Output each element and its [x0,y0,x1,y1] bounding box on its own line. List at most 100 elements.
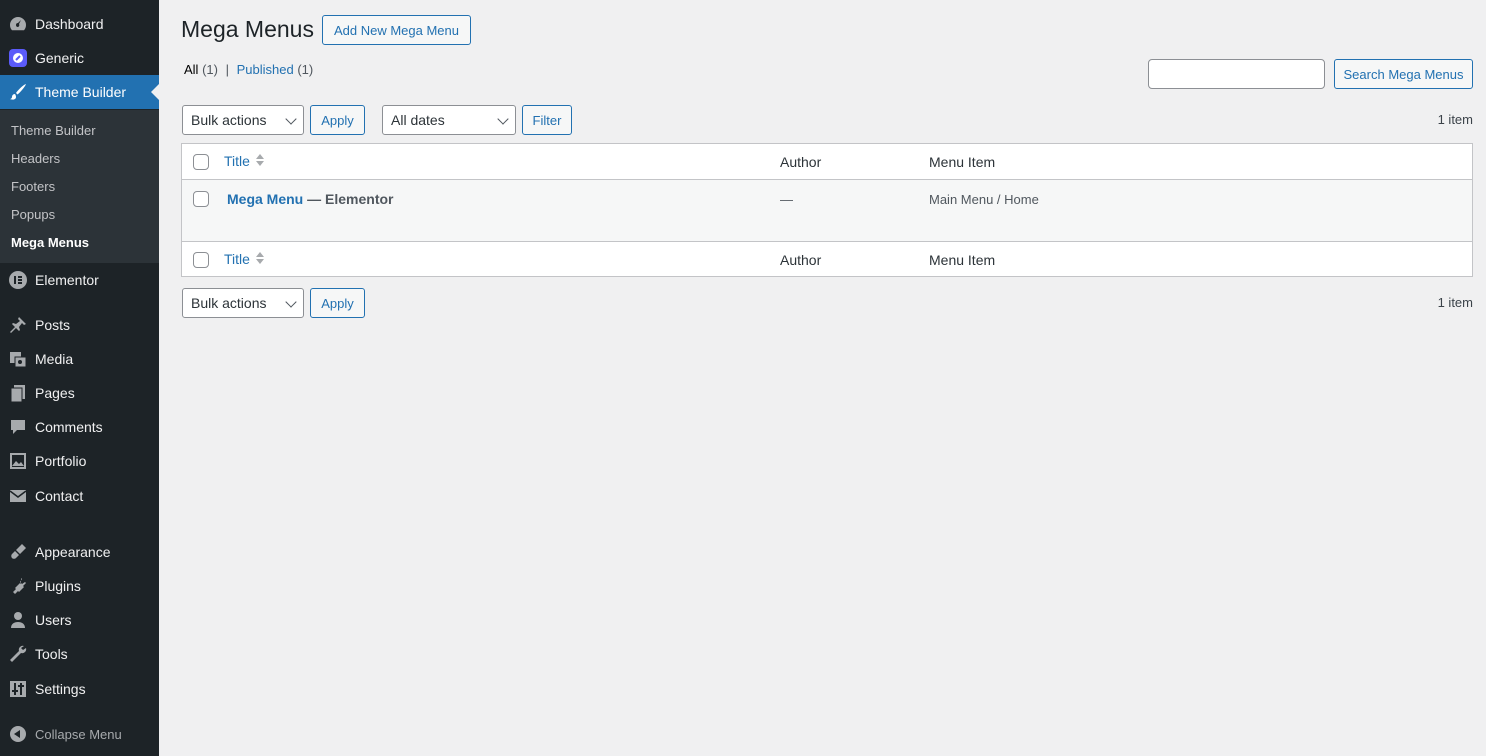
brush-icon [0,82,35,102]
chevron-down-icon [285,113,297,125]
row-title: Mega Menu — Elementor [227,191,393,207]
dates-select[interactable]: All dates [382,105,516,135]
page-title: Mega Menus [181,16,314,42]
sort-icon [255,154,264,168]
sidebar-item-label: Elementor [35,272,99,288]
sidebar-item-label: Theme Builder [35,84,127,100]
sidebar-item-portfolio[interactable]: Portfolio [0,444,159,478]
sidebar-item-comments[interactable]: Comments [0,410,159,444]
sidebar-item-label: Media [35,351,74,367]
settings-icon [0,679,35,699]
submenu-item-headers[interactable]: Headers [11,151,60,166]
table-row: Mega Menu — Elementor — Main Menu / Home [182,180,1472,241]
submenu-item-mega-menus[interactable]: Mega Menus [11,235,89,250]
row-author: — [780,192,793,207]
sidebar-item-label: Portfolio [35,453,87,469]
author-column-header: Author [780,154,822,170]
pages-icon [0,383,35,403]
sidebar-item-label: Dashboard [35,16,104,32]
sidebar-item-label: Tools [35,646,68,662]
sidebar-item-generic[interactable]: Generic [0,41,159,75]
sidebar-item-elementor[interactable]: Elementor [0,263,159,297]
sidebar-item-label: Appearance [35,544,111,560]
envelope-icon [0,486,35,506]
sort-icon [255,252,264,266]
view-published-link[interactable]: Published [237,62,294,77]
sidebar-item-contact[interactable]: Contact [0,479,159,513]
apply-button-bottom[interactable]: Apply [310,288,365,318]
table-header: Title Author Menu Item [182,144,1472,180]
sidebar-item-label: Settings [35,681,86,697]
mega-menus-table: Title Author Menu Item Mega Menu — Eleme… [181,143,1473,277]
row-menu-item: Main Menu / Home [929,192,1039,207]
bulk-actions-value: Bulk actions [191,112,267,128]
sidebar-item-plugins[interactable]: Plugins [0,569,159,603]
submenu-item-footers[interactable]: Footers [11,179,55,194]
bulk-actions-select-top[interactable]: Bulk actions [182,105,304,135]
menu-item-column-header: Menu Item [929,154,996,170]
sidebar-item-theme-builder[interactable]: Theme Builder [0,75,159,109]
sidebar-item-posts[interactable]: Posts [0,308,159,342]
title-column-label: Title [224,251,250,267]
chevron-down-icon [285,296,297,308]
collapse-icon [0,726,35,742]
menu-item-column-footer: Menu Item [929,252,996,268]
author-column-footer: Author [780,252,822,268]
sidebar-item-label: Plugins [35,578,81,594]
title-column-footer[interactable]: Title [224,251,264,267]
collapse-menu-label: Collapse Menu [35,726,122,742]
view-all-count: (1) [202,62,218,77]
apply-button-top[interactable]: Apply [310,105,365,135]
wrench-icon [0,644,35,664]
status-views: All (1) | Published (1) [184,62,313,77]
pin-icon [0,315,35,335]
sidebar-item-settings[interactable]: Settings [0,672,159,706]
sidebar-item-pages[interactable]: Pages [0,376,159,410]
admin-sidebar: Dashboard Generic Theme Builder Theme Bu… [0,0,159,756]
title-column-header[interactable]: Title [224,153,264,169]
sidebar-item-users[interactable]: Users [0,603,159,637]
sidebar-item-label: Pages [35,385,75,401]
sidebar-item-label: Contact [35,488,84,504]
row-title-link[interactable]: Mega Menu [227,191,303,207]
media-icon [0,349,35,369]
add-new-mega-menu-button[interactable]: Add New Mega Menu [322,15,471,45]
dates-value: All dates [391,112,445,128]
collapse-menu-button[interactable]: Collapse Menu [0,722,122,746]
bulk-actions-select-bottom[interactable]: Bulk actions [182,288,304,318]
sidebar-item-tools[interactable]: Tools [0,637,159,671]
view-all-link[interactable]: All [184,62,198,77]
sidebar-item-label: Posts [35,317,71,333]
items-count-bottom: 1 item [1437,295,1473,310]
chevron-down-icon [497,113,509,125]
row-post-state: — Elementor [307,191,394,207]
row-checkbox[interactable] [193,191,209,207]
search-mega-menus-button[interactable]: Search Mega Menus [1334,59,1473,89]
sidebar-item-dashboard[interactable]: Dashboard [0,7,159,41]
sidebar-item-label: Generic [35,50,85,66]
search-input[interactable] [1148,59,1325,89]
select-all-checkbox[interactable] [193,154,209,170]
items-count-top: 1 item [1437,112,1473,127]
generic-icon [0,48,35,68]
select-all-checkbox-bottom[interactable] [193,252,209,268]
sidebar-item-label: Users [35,612,72,628]
plugins-icon [0,576,35,596]
sidebar-item-appearance[interactable]: Appearance [0,535,159,569]
title-column-label: Title [224,153,250,169]
dashboard-icon [0,14,35,34]
comments-icon [0,417,35,437]
view-separator: | [225,62,229,77]
elementor-icon [0,270,35,290]
filter-button[interactable]: Filter [522,105,572,135]
sidebar-item-label: Comments [35,419,103,435]
appearance-icon [0,542,35,562]
view-published-count: (1) [297,62,314,77]
submenu-item-popups[interactable]: Popups [11,207,55,222]
users-icon [0,610,35,630]
portfolio-icon [0,451,35,471]
table-footer: Title Author Menu Item [182,241,1472,277]
submenu-item-theme-builder[interactable]: Theme Builder [11,123,96,138]
theme-builder-submenu: Theme Builder Headers Footers Popups Meg… [0,110,159,263]
sidebar-item-media[interactable]: Media [0,342,159,376]
